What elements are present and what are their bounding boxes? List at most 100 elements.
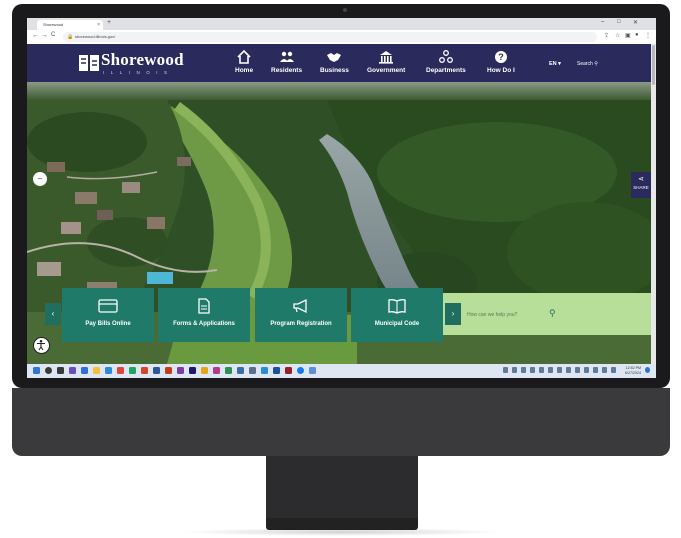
app-icon-1[interactable]	[165, 367, 172, 374]
quicklinks-next-button[interactable]: ›	[445, 303, 461, 325]
tray-icon-3[interactable]	[521, 367, 526, 373]
page-scrollbar[interactable]	[651, 44, 656, 364]
tray-icon-2[interactable]	[512, 367, 517, 373]
excel-icon[interactable]	[129, 367, 136, 374]
app-icon-3[interactable]	[189, 367, 196, 374]
camera-dot	[343, 8, 347, 12]
edge-icon[interactable]	[105, 367, 112, 374]
svg-text:?: ?	[498, 52, 504, 62]
address-bar[interactable]: 🔒 shorewood.illinois.gov/	[63, 32, 597, 42]
nav-departments[interactable]: Departments	[426, 50, 466, 74]
reload-button[interactable]: C	[51, 32, 55, 38]
quicklink-program-registration[interactable]: Program Registration	[255, 288, 347, 342]
capitol-icon	[379, 51, 394, 64]
app-icon-2[interactable]	[177, 367, 184, 374]
search-icon[interactable]: ⚲	[549, 308, 556, 319]
forward-button[interactable]: →	[41, 32, 48, 39]
browser-tab-bar: Shorewood × + – □ ✕	[27, 18, 656, 30]
scrollbar-thumb[interactable]	[652, 45, 655, 85]
app-icon-5[interactable]	[213, 367, 220, 374]
back-button[interactable]: ←	[32, 32, 39, 39]
accessibility-button[interactable]	[33, 337, 50, 354]
bookmark-star-icon[interactable]: ☆	[615, 32, 620, 39]
battery-icon[interactable]	[611, 367, 616, 373]
site-logo[interactable]: Shorewood	[101, 50, 184, 70]
clock-date: 6/27/2024	[625, 371, 641, 375]
tray-icon-5[interactable]	[539, 367, 544, 373]
monitor-chin	[12, 388, 670, 456]
task-view-icon[interactable]	[57, 367, 64, 374]
volume-icon[interactable]	[593, 367, 598, 373]
nav-government[interactable]: Government	[367, 50, 405, 74]
credit-card-icon	[98, 299, 118, 313]
quicklinks-prev-button[interactable]: ‹	[45, 303, 61, 325]
hero-pause-button[interactable]: –	[33, 172, 47, 186]
stand-shadow	[180, 528, 504, 536]
minimize-button[interactable]: –	[601, 19, 604, 25]
app-icon-10[interactable]	[273, 367, 280, 374]
tab-close-icon[interactable]: ×	[97, 20, 100, 30]
quicklink-pay-bills-label: Pay Bills Online	[85, 321, 131, 327]
taskbar-clock[interactable]: 12:52 PM 6/27/2024	[625, 366, 641, 376]
tray-icon-9[interactable]	[575, 367, 580, 373]
widgets-icon[interactable]	[69, 367, 76, 374]
quicklink-forms-label: Forms & Applications	[173, 321, 235, 327]
app-icon-4[interactable]	[201, 367, 208, 374]
app-icon-11[interactable]	[285, 367, 292, 374]
quick-search-input[interactable]: How can we help you?	[467, 312, 517, 318]
site-header: Shorewood ILLINOIS Home Residents Busine…	[27, 44, 651, 82]
share-page-icon[interactable]: ⇪	[604, 32, 609, 39]
powerpoint-icon[interactable]	[141, 367, 148, 374]
chat-icon[interactable]	[81, 367, 88, 374]
quicklink-pay-bills[interactable]: Pay Bills Online	[62, 288, 154, 342]
nav-home[interactable]: Home	[235, 50, 253, 74]
quicklink-municipal-code-label: Municipal Code	[374, 321, 420, 327]
profile-icon[interactable]: ●	[635, 32, 639, 38]
notifications-icon[interactable]	[645, 367, 650, 373]
quicklink-forms[interactable]: Forms & Applications	[158, 288, 250, 342]
app-icon-8[interactable]	[249, 367, 256, 374]
nav-how-do-i[interactable]: ? How Do I	[487, 50, 515, 74]
header-search-button[interactable]: Search ⚲	[577, 61, 598, 67]
tray-icon-10[interactable]	[584, 367, 589, 373]
tray-icon-7[interactable]	[557, 367, 562, 373]
nav-business[interactable]: Business	[320, 50, 349, 74]
home-icon	[237, 50, 251, 64]
language-selector[interactable]: EN ▾	[549, 61, 561, 67]
extensions-icon[interactable]: ▣	[625, 32, 631, 39]
share-button[interactable]: ⋖ SHARE	[631, 172, 651, 198]
close-window-button[interactable]: ✕	[633, 19, 638, 26]
app-icon-6[interactable]	[225, 367, 232, 374]
search-taskbar-icon[interactable]	[45, 367, 52, 374]
lock-icon: 🔒	[67, 34, 74, 40]
file-explorer-icon[interactable]	[93, 367, 100, 374]
shorewood-logo-mark[interactable]	[79, 53, 99, 73]
new-tab-button[interactable]: +	[107, 19, 111, 26]
share-label: SHARE	[633, 185, 649, 190]
start-icon[interactable]	[33, 367, 40, 374]
quicklink-program-registration-label: Program Registration	[270, 321, 332, 327]
quicklink-municipal-code[interactable]: Municipal Code	[351, 288, 443, 342]
question-icon: ?	[494, 51, 507, 63]
browser-tab[interactable]: Shorewood ×	[37, 20, 103, 30]
app-icon-7[interactable]	[237, 367, 244, 374]
people-icon	[279, 51, 294, 62]
tray-icon-1[interactable]	[503, 367, 508, 373]
chrome-icon[interactable]	[117, 367, 124, 374]
org-chart-icon	[438, 50, 453, 63]
browser-toolbar: ← → C 🔒 shorewood.illinois.gov/ ⇪ ☆ ▣ ● …	[27, 30, 656, 45]
browser-menu-icon[interactable]: ⋮	[645, 32, 651, 39]
nav-how-do-i-label: How Do I	[487, 67, 515, 74]
megaphone-icon	[293, 298, 307, 314]
tray-icon-8[interactable]	[566, 367, 571, 373]
network-icon[interactable]	[602, 367, 607, 373]
tray-icon-4[interactable]	[530, 367, 535, 373]
word-icon[interactable]	[153, 367, 160, 374]
facebook-icon[interactable]	[297, 367, 304, 374]
maximize-button[interactable]: □	[617, 19, 621, 25]
site-logo-subtitle: ILLINOIS	[103, 70, 174, 75]
app-icon-9[interactable]	[261, 367, 268, 374]
app-icon-12[interactable]	[309, 367, 316, 374]
nav-residents[interactable]: Residents	[271, 50, 302, 74]
tray-icon-6[interactable]	[548, 367, 553, 373]
